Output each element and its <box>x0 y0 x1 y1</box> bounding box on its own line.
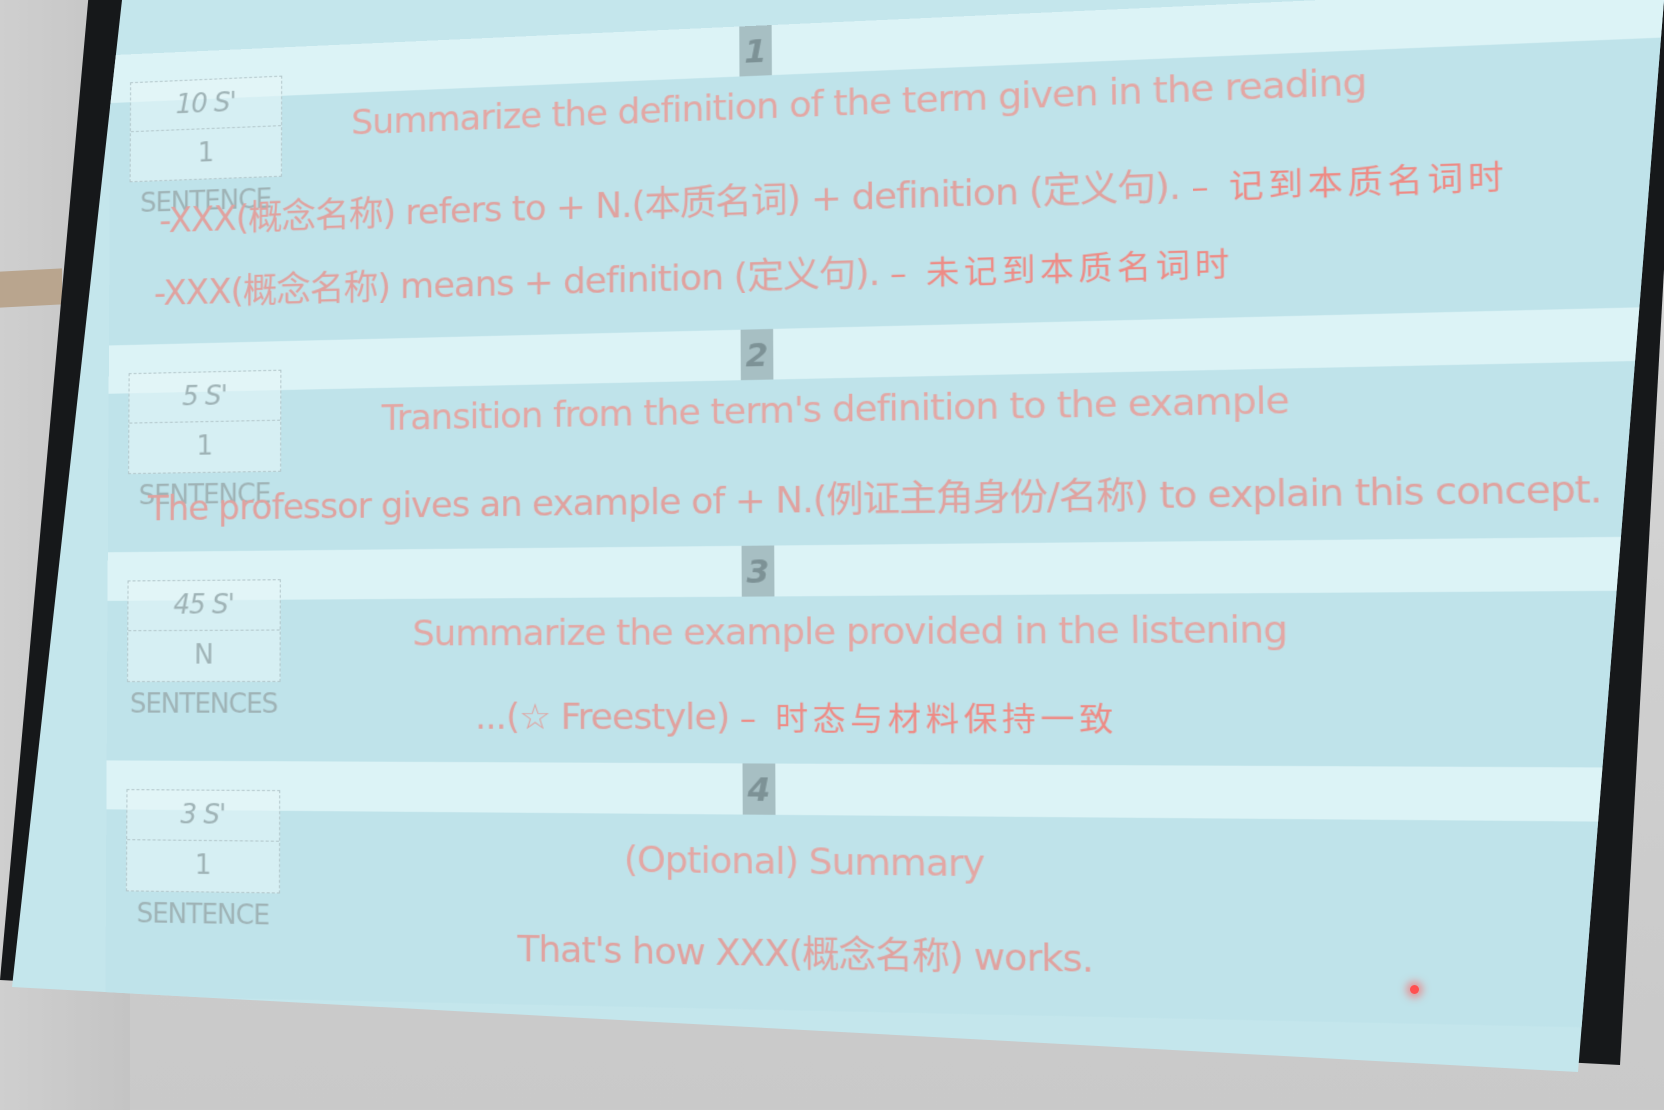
section-3-time: 45 S' <box>128 580 279 630</box>
section-3-number: 3 <box>742 546 775 597</box>
section-4-time: 3 S' <box>127 790 279 841</box>
section-2-count: 1 SENTENCE <box>129 420 280 472</box>
section-4: 4 3 S' 1 SENTENCE (Optional) Summary Tha… <box>105 760 1664 1032</box>
laser-pointer-dot <box>1410 985 1419 994</box>
section-1: 1 10 S' 1 SENTENCE Summarize the definit… <box>109 0 1664 345</box>
section-4-number: 4 <box>743 763 776 814</box>
section-3-headline: Summarize the example provided in the li… <box>412 608 1287 654</box>
section-4-count: 1 SENTENCE <box>127 839 279 891</box>
section-1-number: 1 <box>739 25 772 76</box>
section-4-label: 3 S' 1 SENTENCE <box>126 789 280 893</box>
section-3-count: N SENTENCES <box>128 630 280 681</box>
section-3: 3 45 S' N SENTENCES Summarize the exampl… <box>107 535 1664 768</box>
section-1-time: 10 S' <box>131 77 281 132</box>
slide: 1 10 S' 1 SENTENCE Summarize the definit… <box>105 87 1664 1110</box>
section-3-line-1-note: – 时态与材料保持一致 <box>740 701 1118 739</box>
section-4-headline: (Optional) Summary <box>624 839 984 886</box>
section-3-label: 45 S' N SENTENCES <box>127 579 281 682</box>
section-1-count: 1 SENTENCE <box>131 125 281 180</box>
section-2: 2 5 S' 1 SENTENCE Transition from the te… <box>108 303 1664 552</box>
section-3-line-1: ...(☆ Freestyle) – 时态与材料保持一致 <box>475 692 1118 740</box>
section-1-line-2-note: – 未记到本质名词时 <box>890 246 1234 293</box>
section-1-line-1-note: – 记到本质名词时 <box>1191 158 1509 207</box>
section-4-line-1: That's how XXX(概念名称) works. <box>517 920 1093 983</box>
section-3-line-1-text: ...(☆ Freestyle) <box>475 696 729 739</box>
projection-screen: 1 10 S' 1 SENTENCE Summarize the definit… <box>0 0 1664 1110</box>
section-1-label: 10 S' 1 SENTENCE <box>130 76 283 183</box>
section-2-label: 5 S' 1 SENTENCE <box>128 370 281 474</box>
section-2-number: 2 <box>741 329 774 380</box>
wall-ledge <box>0 268 62 307</box>
section-2-time: 5 S' <box>129 371 280 423</box>
